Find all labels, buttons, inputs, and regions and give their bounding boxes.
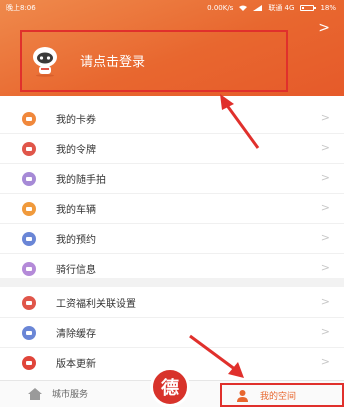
menu-item-label: 我的卡券 <box>56 115 96 126</box>
robot-avatar-icon <box>28 43 62 77</box>
calendar-icon <box>22 231 36 246</box>
tab-label: 城市服务 <box>52 390 89 400</box>
wifi-icon <box>239 5 248 11</box>
signal-icon <box>253 5 263 11</box>
menu-item-token[interactable]: 我的令牌 > <box>0 134 344 163</box>
update-icon <box>22 355 36 370</box>
tab-label: 我的空间 <box>260 392 297 402</box>
menu-item-label: 工资福利关联设置 <box>56 299 136 310</box>
menu-item-label: 我的随手拍 <box>56 175 106 186</box>
carrier-label: 联通 4G <box>268 4 295 12</box>
profile-header: 晚上8:06 0.00K/s 联通 4G 18% 请点击登录 > <box>0 0 344 96</box>
chevron-right-icon: > <box>320 295 330 308</box>
menu-item-vehicles[interactable]: 我的车辆 > <box>0 194 344 223</box>
menu-item-label: 我的车辆 <box>56 205 96 216</box>
ticket-icon <box>22 111 36 126</box>
menu-item-coupons[interactable]: 我的卡券 > <box>0 104 344 133</box>
tab-my-space[interactable]: 我的空间 <box>237 389 296 402</box>
token-icon <box>22 141 36 156</box>
status-bar: 晚上8:06 0.00K/s 联通 4G 18% <box>0 0 344 16</box>
car-icon <box>22 201 36 216</box>
salary-icon <box>22 295 36 310</box>
menu-item-label: 版本更新 <box>56 359 96 370</box>
chevron-right-icon: > <box>320 355 330 368</box>
menu-item-salary-settings[interactable]: 工资福利关联设置 > <box>0 288 344 317</box>
chevron-right-icon: > <box>320 231 330 244</box>
chevron-right-icon: > <box>320 325 330 338</box>
chevron-right-icon: > <box>320 111 330 124</box>
chevron-right-icon: > <box>320 261 330 274</box>
bottom-tab-bar: 城市服务 德 我的空间 <box>0 367 344 407</box>
chevron-right-icon: > <box>320 171 330 184</box>
bike-icon <box>22 261 36 276</box>
menu-item-appointments[interactable]: 我的预约 > <box>0 224 344 253</box>
chevron-right-icon: > <box>320 141 330 154</box>
home-icon <box>28 387 42 400</box>
menu-group-settings: 工资福利关联设置 > 清除缓存 > 版本更新 > <box>0 288 344 377</box>
battery-icon <box>300 5 317 11</box>
menu-item-label: 骑行信息 <box>56 265 96 276</box>
tab-center-logo[interactable]: 德 <box>150 367 190 407</box>
battery-percent: 18% <box>320 4 336 12</box>
login-button[interactable]: 请点击登录 <box>20 30 344 90</box>
status-time: 晚上8:06 <box>6 4 36 12</box>
section-gap <box>0 278 344 287</box>
menu-item-label: 我的预约 <box>56 235 96 246</box>
menu-group-account: 我的卡券 > 我的令牌 > 我的随手拍 > 我的车辆 > 我的预约 > 骑行信息… <box>0 104 344 283</box>
chevron-right-icon: > <box>318 20 330 36</box>
network-speed: 0.00K/s <box>207 4 234 12</box>
login-prompt: 请点击登录 <box>80 54 146 70</box>
menu-item-snapshot[interactable]: 我的随手拍 > <box>0 164 344 193</box>
tab-city-services[interactable]: 城市服务 <box>28 387 88 400</box>
person-icon <box>237 389 248 402</box>
chevron-right-icon: > <box>320 201 330 214</box>
camera-icon <box>22 171 36 186</box>
menu-item-clear-cache[interactable]: 清除缓存 > <box>0 318 344 347</box>
clear-icon <box>22 325 36 340</box>
menu-item-label: 我的令牌 <box>56 145 96 156</box>
menu-item-label: 清除缓存 <box>56 329 96 340</box>
